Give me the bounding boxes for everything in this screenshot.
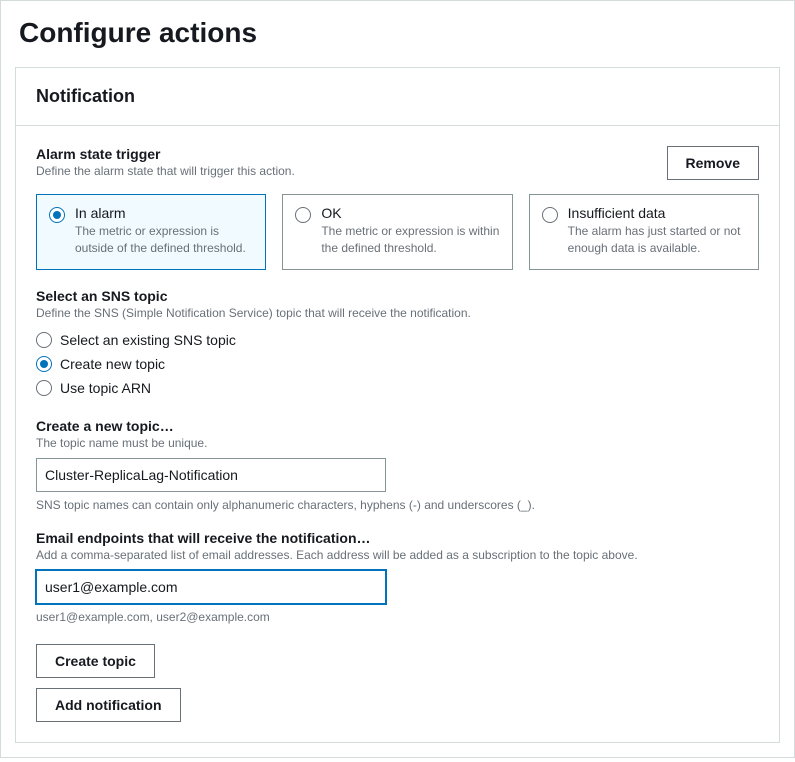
email-endpoints-label: Email endpoints that will receive the no… [36, 530, 759, 546]
sns-option-label: Use topic ARN [60, 380, 151, 396]
trigger-title: Insufficient data [568, 205, 746, 221]
sns-option-label: Select an existing SNS topic [60, 332, 236, 348]
sns-option-use-arn[interactable]: Use topic ARN [36, 376, 759, 400]
trigger-tile-in-alarm[interactable]: In alarm The metric or expression is out… [36, 194, 266, 270]
trigger-title: In alarm [75, 205, 253, 221]
sns-option-label: Create new topic [60, 356, 165, 372]
trigger-title: OK [321, 205, 499, 221]
trigger-desc: The metric or expression is outside of t… [75, 223, 253, 257]
trigger-desc: The metric or expression is within the d… [321, 223, 499, 257]
remove-button[interactable]: Remove [667, 146, 759, 180]
create-topic-button[interactable]: Create topic [36, 644, 155, 678]
trigger-desc: The alarm has just started or not enough… [568, 223, 746, 257]
sns-option-create-new[interactable]: Create new topic [36, 352, 759, 376]
trigger-tile-ok[interactable]: OK The metric or expression is within th… [282, 194, 512, 270]
add-notification-button[interactable]: Add notification [36, 688, 181, 722]
radio-icon [36, 356, 52, 372]
email-endpoints-input[interactable] [36, 570, 386, 604]
topic-name-input[interactable] [36, 458, 386, 492]
radio-icon [49, 207, 65, 223]
card-header: Notification [16, 68, 779, 126]
create-topic-label: Create a new topic… [36, 418, 759, 434]
email-endpoints-hint: user1@example.com, user2@example.com [36, 610, 759, 624]
sns-topic-help: Define the SNS (Simple Notification Serv… [36, 306, 759, 320]
alarm-trigger-help: Define the alarm state that will trigger… [36, 164, 295, 178]
page-title: Configure actions [15, 7, 780, 67]
radio-icon [36, 332, 52, 348]
sns-topic-label: Select an SNS topic [36, 288, 759, 304]
sns-option-existing[interactable]: Select an existing SNS topic [36, 328, 759, 352]
email-endpoints-help: Add a comma-separated list of email addr… [36, 548, 759, 562]
alarm-trigger-options: In alarm The metric or expression is out… [36, 194, 759, 270]
notification-card: Notification Alarm state trigger Define … [15, 67, 780, 743]
topic-name-hint: SNS topic names can contain only alphanu… [36, 498, 759, 512]
trigger-tile-insufficient-data[interactable]: Insufficient data The alarm has just sta… [529, 194, 759, 270]
create-topic-help: The topic name must be unique. [36, 436, 759, 450]
radio-icon [36, 380, 52, 396]
card-title: Notification [36, 86, 759, 107]
radio-icon [295, 207, 311, 223]
alarm-trigger-label: Alarm state trigger [36, 146, 295, 162]
radio-icon [542, 207, 558, 223]
